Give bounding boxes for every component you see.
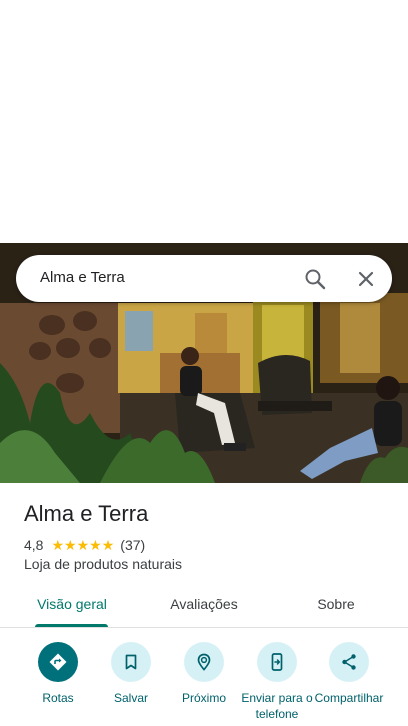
send-to-phone-icon <box>257 642 297 682</box>
tab-overview[interactable]: Visão geral <box>22 588 122 628</box>
star-icon: ★ <box>76 537 90 553</box>
directions-button[interactable]: Rotas <box>18 640 98 706</box>
star-icon: ★ <box>51 537 65 553</box>
star-icon: ★ <box>64 537 77 553</box>
place-category: Loja de produtos naturais <box>24 556 182 572</box>
bookmark-icon <box>111 642 151 682</box>
rating-value: 4,8 <box>24 537 44 553</box>
search-bar[interactable]: Alma e Terra <box>16 255 392 302</box>
share-label: Compartilhar <box>314 691 384 705</box>
save-label: Salvar <box>113 691 148 705</box>
save-button[interactable]: Salvar <box>91 640 171 706</box>
tab-bar: Visão geral Avaliações Sobre <box>0 588 408 628</box>
active-tab-indicator <box>35 624 108 627</box>
tab-about[interactable]: Sobre <box>286 588 386 628</box>
search-input[interactable]: Alma e Terra <box>40 269 125 286</box>
nearby-label: Próximo <box>181 691 226 705</box>
tab-reviews[interactable]: Avaliações <box>154 588 254 628</box>
directions-label: Rotas <box>42 691 74 705</box>
reviews-count[interactable]: (37) <box>120 537 145 553</box>
star-rating: ★ ★ ★ ★ ★ <box>51 538 114 552</box>
directions-icon <box>38 642 78 682</box>
place-title: Alma e Terra <box>24 501 149 526</box>
share-icon <box>329 642 369 682</box>
send-to-phone-button[interactable]: Enviar para o telefone <box>237 640 317 722</box>
rating-row[interactable]: 4,8 ★ ★ ★ ★ ★ (37) <box>24 536 145 554</box>
action-bar: Rotas Salvar Próximo Enviar para o telef… <box>0 640 408 726</box>
close-icon[interactable] <box>354 267 378 291</box>
blank-map-area <box>0 0 408 243</box>
share-button[interactable]: Compartilhar <box>309 640 389 706</box>
nearby-icon <box>184 642 224 682</box>
send-to-phone-label: Enviar para o telefone <box>241 691 313 721</box>
star-icon: ★ <box>101 537 115 553</box>
star-icon: ★ <box>89 537 102 553</box>
search-icon[interactable] <box>303 267 327 291</box>
nearby-button[interactable]: Próximo <box>164 640 244 706</box>
